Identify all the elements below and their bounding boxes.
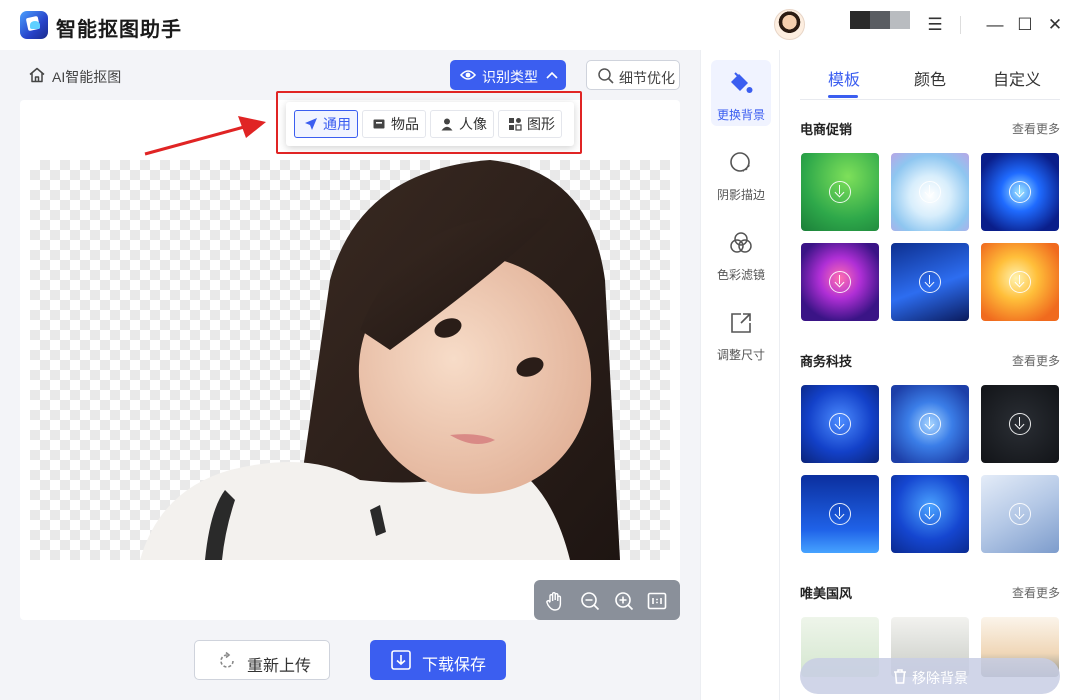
detail-optimize-button[interactable]: 细节优化 (586, 60, 680, 90)
template-thumbnail[interactable] (891, 385, 969, 463)
download-circle-icon (1009, 181, 1031, 203)
download-circle-icon (829, 413, 851, 435)
app-title: 智能抠图助手 (56, 19, 182, 41)
section-title-chinese-style: 唯美国风 (800, 586, 853, 601)
zoom-toolbar (534, 580, 680, 620)
template-thumbnail[interactable] (801, 385, 879, 463)
minimize-button[interactable]: — (985, 15, 1005, 35)
tool-resize[interactable]: 调整尺寸 (711, 300, 771, 366)
download-circle-icon (919, 413, 941, 435)
download-circle-icon (1009, 413, 1031, 435)
zoom-out-icon[interactable] (579, 590, 601, 612)
reupload-label: 重新上传 (247, 658, 312, 675)
identify-type-button[interactable]: 识别类型 (450, 60, 566, 90)
tool-label: 阴影描边 (716, 188, 765, 202)
tab-colors[interactable]: 颜色 (914, 66, 946, 90)
view-more-link[interactable]: 查看更多 (1012, 584, 1060, 601)
view-more-link[interactable]: 查看更多 (1012, 120, 1060, 137)
remove-background-label: 移除背景 (912, 670, 968, 686)
portrait-cutout-image (140, 160, 620, 560)
template-thumbnail[interactable] (891, 475, 969, 553)
download-save-label: 下载保存 (422, 657, 487, 674)
template-thumbnail[interactable] (981, 385, 1059, 463)
download-save-button[interactable]: 下载保存 (370, 640, 506, 680)
app-logo-icon (20, 11, 48, 39)
section-title-business-tech: 商务科技 (800, 354, 853, 369)
color-filter-icon (730, 232, 752, 253)
magnifier-icon (598, 68, 614, 84)
tool-label: 色彩滤镜 (716, 268, 765, 282)
template-thumbnail[interactable] (981, 153, 1059, 231)
trash-icon (894, 669, 906, 684)
template-panel (780, 50, 1080, 700)
maximize-button[interactable]: ☐ (1015, 15, 1035, 35)
tool-label: 更换背景 (716, 108, 765, 122)
breadcrumb[interactable]: AI智能抠图 (52, 67, 121, 87)
active-tab-indicator (828, 95, 858, 98)
tabs-divider (800, 99, 1060, 100)
zoom-in-icon[interactable] (613, 590, 635, 612)
detail-optimize-label: 细节优化 (619, 70, 675, 86)
download-circle-icon (1009, 503, 1031, 525)
template-thumbnail[interactable] (891, 243, 969, 321)
section-title-ecommerce: 电商促销 (800, 122, 853, 137)
tool-color-filter[interactable]: 色彩滤镜 (711, 220, 771, 286)
download-circle-icon (829, 181, 851, 203)
titlebar-divider (960, 16, 961, 34)
view-more-link[interactable]: 查看更多 (1012, 352, 1060, 369)
download-circle-icon (919, 181, 941, 203)
template-thumbnail[interactable] (801, 153, 879, 231)
paint-bucket-icon (731, 72, 753, 93)
menu-icon[interactable]: ☰ (925, 15, 945, 35)
template-thumbnail[interactable] (891, 153, 969, 231)
user-avatar[interactable] (774, 9, 805, 40)
chevron-up-icon (546, 71, 558, 79)
identify-type-label: 识别类型 (482, 69, 538, 85)
template-thumbnail[interactable] (801, 475, 879, 553)
template-thumbnail[interactable] (981, 475, 1059, 553)
tab-templates[interactable]: 模板 (828, 66, 860, 90)
template-thumbnail[interactable] (801, 243, 879, 321)
download-circle-icon (919, 271, 941, 293)
annotation-arrow (144, 116, 266, 156)
download-circle-icon (829, 271, 851, 293)
template-thumbnail[interactable] (981, 243, 1059, 321)
download-circle-icon (1009, 271, 1031, 293)
download-icon (391, 650, 411, 670)
close-button[interactable]: ✕ (1045, 15, 1065, 35)
tool-change-background[interactable]: 更换背景 (711, 60, 771, 126)
resize-icon (731, 313, 751, 333)
eye-icon (460, 70, 476, 80)
remove-background-button[interactable]: 移除背景 (800, 658, 1060, 694)
tool-label: 调整尺寸 (716, 348, 765, 362)
tool-shadow-outline[interactable]: 阴影描边 (711, 140, 771, 206)
annotation-highlight-box (276, 91, 582, 154)
username-redacted (820, 11, 910, 29)
reupload-button[interactable]: 重新上传 (194, 640, 330, 680)
shadow-circle-icon (730, 152, 750, 172)
cutout-image-canvas[interactable] (30, 160, 670, 560)
hand-pan-icon[interactable] (544, 590, 566, 612)
tab-custom[interactable]: 自定义 (993, 66, 1041, 90)
download-circle-icon (919, 503, 941, 525)
download-circle-icon (829, 503, 851, 525)
refresh-icon (220, 651, 234, 668)
home-icon[interactable] (28, 66, 46, 84)
tool-sidebar: 更换背景 阴影描边 色彩滤镜 调整尺寸 (700, 50, 780, 700)
actual-size-icon[interactable] (646, 590, 668, 612)
